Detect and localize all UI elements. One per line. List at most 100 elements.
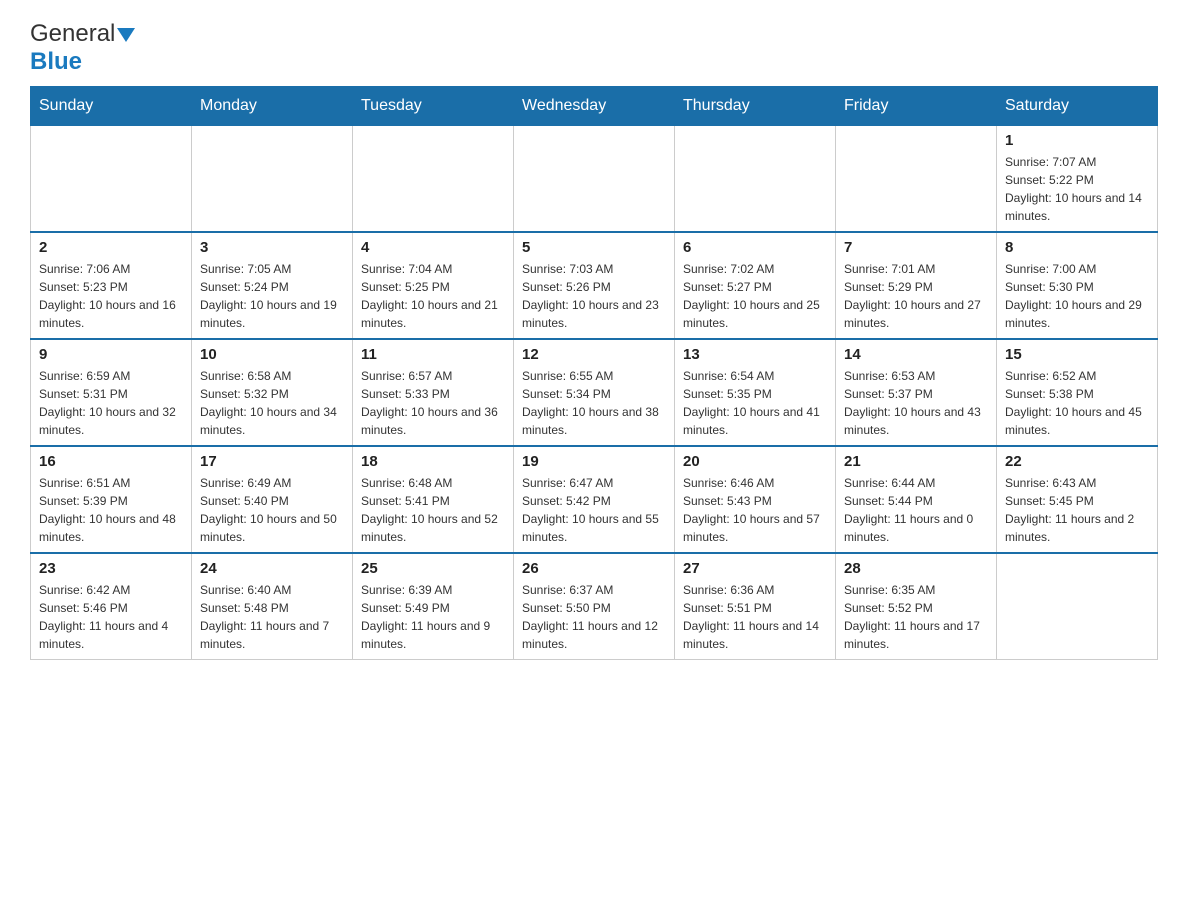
day-info: Sunrise: 7:05 AMSunset: 5:24 PMDaylight:… <box>200 260 344 332</box>
day-info: Sunrise: 6:52 AMSunset: 5:38 PMDaylight:… <box>1005 367 1149 439</box>
calendar-cell: 17Sunrise: 6:49 AMSunset: 5:40 PMDayligh… <box>192 446 353 553</box>
logo-text: General <box>30 20 135 48</box>
calendar-cell: 14 Sunrise: 6:53 AMSunset: 5:37 PMDayligh… <box>836 339 997 446</box>
day-info: Sunrise: 6:44 AMSunset: 5:44 PMDaylight:… <box>844 474 988 546</box>
day-info: Sunrise: 6:59 AMSunset: 5:31 PMDaylight:… <box>39 367 183 439</box>
calendar-cell: 21 Sunrise: 6:44 AMSunset: 5:44 PMDayligh… <box>836 446 997 553</box>
day-info: Sunrise: 6:53 AMSunset: 5:37 PMDaylight:… <box>844 367 988 439</box>
day-info: Sunrise: 7:04 AMSunset: 5:25 PMDaylight:… <box>361 260 505 332</box>
col-header-monday: Monday <box>192 87 353 126</box>
calendar-header-row: SundayMondayTuesdayWednesdayThursdayFrid… <box>31 87 1158 126</box>
day-info: Sunrise: 7:03 AMSunset: 5:26 PMDaylight:… <box>522 260 666 332</box>
calendar-cell: 3 Sunrise: 7:05 AMSunset: 5:24 PMDaylight… <box>192 232 353 339</box>
day-info: Sunrise: 6:43 AMSunset: 5:45 PMDaylight:… <box>1005 474 1149 546</box>
calendar-cell <box>514 126 675 233</box>
col-header-sunday: Sunday <box>31 87 192 126</box>
day-number: 24 <box>200 560 344 577</box>
week-row-2: 2 Sunrise: 7:06 AMSunset: 5:23 PMDaylight… <box>31 232 1158 339</box>
day-info: Sunrise: 6:46 AMSunset: 5:43 PMDaylight:… <box>683 474 827 546</box>
calendar-cell: 28 Sunrise: 6:35 AMSunset: 5:52 PMDayligh… <box>836 553 997 660</box>
calendar-cell <box>31 126 192 233</box>
day-number: 26 <box>522 560 666 577</box>
calendar-cell: 10Sunrise: 6:58 AMSunset: 5:32 PMDayligh… <box>192 339 353 446</box>
day-number: 1 <box>1005 132 1149 149</box>
calendar-cell: 25 Sunrise: 6:39 AMSunset: 5:49 PMDayligh… <box>353 553 514 660</box>
day-number: 5 <box>522 239 666 256</box>
day-info: Sunrise: 7:02 AMSunset: 5:27 PMDaylight:… <box>683 260 827 332</box>
calendar-cell: 5 Sunrise: 7:03 AMSunset: 5:26 PMDaylight… <box>514 232 675 339</box>
calendar-cell: 24 Sunrise: 6:40 AMSunset: 5:48 PMDayligh… <box>192 553 353 660</box>
day-number: 4 <box>361 239 505 256</box>
calendar-cell: 26 Sunrise: 6:37 AMSunset: 5:50 PMDayligh… <box>514 553 675 660</box>
day-info: Sunrise: 6:54 AMSunset: 5:35 PMDaylight:… <box>683 367 827 439</box>
day-number: 16 <box>39 453 183 470</box>
day-number: 23 <box>39 560 183 577</box>
day-number: 17 <box>200 453 344 470</box>
day-number: 6 <box>683 239 827 256</box>
calendar-cell: 22 Sunrise: 6:43 AMSunset: 5:45 PMDayligh… <box>997 446 1158 553</box>
day-info: Sunrise: 6:55 AMSunset: 5:34 PMDaylight:… <box>522 367 666 439</box>
day-number: 13 <box>683 346 827 363</box>
day-number: 14 <box>844 346 988 363</box>
day-number: 3 <box>200 239 344 256</box>
day-info: Sunrise: 6:57 AMSunset: 5:33 PMDaylight:… <box>361 367 505 439</box>
day-info: Sunrise: 7:06 AMSunset: 5:23 PMDaylight:… <box>39 260 183 332</box>
calendar-cell <box>675 126 836 233</box>
day-number: 22 <box>1005 453 1149 470</box>
day-number: 19 <box>522 453 666 470</box>
day-info: Sunrise: 7:00 AMSunset: 5:30 PMDaylight:… <box>1005 260 1149 332</box>
day-number: 18 <box>361 453 505 470</box>
day-number: 12 <box>522 346 666 363</box>
day-number: 9 <box>39 346 183 363</box>
calendar-cell: 4 Sunrise: 7:04 AMSunset: 5:25 PMDaylight… <box>353 232 514 339</box>
day-number: 25 <box>361 560 505 577</box>
calendar-cell: 16 Sunrise: 6:51 AMSunset: 5:39 PMDayligh… <box>31 446 192 553</box>
col-header-tuesday: Tuesday <box>353 87 514 126</box>
day-info: Sunrise: 6:39 AMSunset: 5:49 PMDaylight:… <box>361 581 505 653</box>
calendar-cell: 9 Sunrise: 6:59 AMSunset: 5:31 PMDaylight… <box>31 339 192 446</box>
day-info: Sunrise: 6:36 AMSunset: 5:51 PMDaylight:… <box>683 581 827 653</box>
day-number: 20 <box>683 453 827 470</box>
calendar-cell: 27 Sunrise: 6:36 AMSunset: 5:51 PMDayligh… <box>675 553 836 660</box>
logo-blue: Blue <box>30 48 82 75</box>
day-number: 21 <box>844 453 988 470</box>
calendar-cell: 12 Sunrise: 6:55 AMSunset: 5:34 PMDayligh… <box>514 339 675 446</box>
day-info: Sunrise: 6:51 AMSunset: 5:39 PMDaylight:… <box>39 474 183 546</box>
day-number: 10 <box>200 346 344 363</box>
day-info: Sunrise: 6:42 AMSunset: 5:46 PMDaylight:… <box>39 581 183 653</box>
calendar-cell: 8 Sunrise: 7:00 AMSunset: 5:30 PMDaylight… <box>997 232 1158 339</box>
calendar-cell: 11Sunrise: 6:57 AMSunset: 5:33 PMDayligh… <box>353 339 514 446</box>
logo: General Blue <box>30 20 135 76</box>
calendar-cell: 7Sunrise: 7:01 AMSunset: 5:29 PMDaylight… <box>836 232 997 339</box>
week-row-1: 1 Sunrise: 7:07 AMSunset: 5:22 PMDaylight… <box>31 126 1158 233</box>
calendar-cell: 19 Sunrise: 6:47 AMSunset: 5:42 PMDayligh… <box>514 446 675 553</box>
page-header: General Blue <box>30 20 1158 76</box>
day-info: Sunrise: 6:37 AMSunset: 5:50 PMDaylight:… <box>522 581 666 653</box>
calendar-cell <box>836 126 997 233</box>
calendar-cell: 15Sunrise: 6:52 AMSunset: 5:38 PMDayligh… <box>997 339 1158 446</box>
week-row-4: 16 Sunrise: 6:51 AMSunset: 5:39 PMDayligh… <box>31 446 1158 553</box>
calendar-cell: 1 Sunrise: 7:07 AMSunset: 5:22 PMDaylight… <box>997 126 1158 233</box>
calendar-cell <box>192 126 353 233</box>
calendar-cell: 13 Sunrise: 6:54 AMSunset: 5:35 PMDayligh… <box>675 339 836 446</box>
calendar-cell: 20 Sunrise: 6:46 AMSunset: 5:43 PMDayligh… <box>675 446 836 553</box>
calendar-cell <box>353 126 514 233</box>
day-info: Sunrise: 7:07 AMSunset: 5:22 PMDaylight:… <box>1005 153 1149 225</box>
day-number: 2 <box>39 239 183 256</box>
day-number: 27 <box>683 560 827 577</box>
calendar-cell: 23 Sunrise: 6:42 AMSunset: 5:46 PMDayligh… <box>31 553 192 660</box>
week-row-5: 23 Sunrise: 6:42 AMSunset: 5:46 PMDayligh… <box>31 553 1158 660</box>
day-number: 28 <box>844 560 988 577</box>
logo-general: General <box>30 20 115 47</box>
day-info: Sunrise: 7:01 AMSunset: 5:29 PMDaylight:… <box>844 260 988 332</box>
calendar-table: SundayMondayTuesdayWednesdayThursdayFrid… <box>30 86 1158 660</box>
logo-triangle-icon <box>117 28 135 42</box>
calendar-cell: 18 Sunrise: 6:48 AMSunset: 5:41 PMDayligh… <box>353 446 514 553</box>
day-info: Sunrise: 6:47 AMSunset: 5:42 PMDaylight:… <box>522 474 666 546</box>
col-header-friday: Friday <box>836 87 997 126</box>
day-info: Sunrise: 6:35 AMSunset: 5:52 PMDaylight:… <box>844 581 988 653</box>
day-info: Sunrise: 6:40 AMSunset: 5:48 PMDaylight:… <box>200 581 344 653</box>
day-number: 8 <box>1005 239 1149 256</box>
day-info: Sunrise: 6:48 AMSunset: 5:41 PMDaylight:… <box>361 474 505 546</box>
calendar-cell <box>997 553 1158 660</box>
